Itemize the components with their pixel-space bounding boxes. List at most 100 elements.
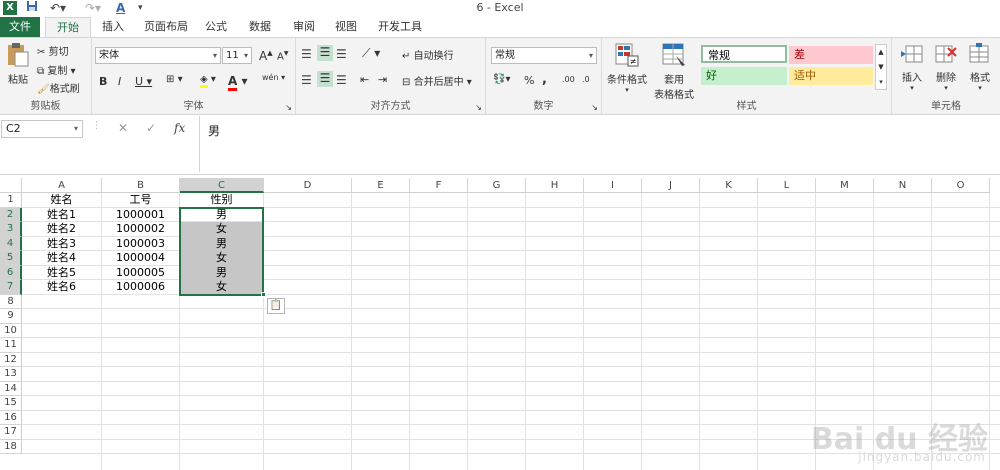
select-all-corner[interactable] (0, 178, 22, 193)
cell-a2[interactable]: 姓名1 (22, 208, 101, 223)
cell-b6[interactable]: 1000005 (102, 266, 179, 281)
row-header-15[interactable]: 15 (0, 396, 22, 411)
name-box[interactable]: C2 ▾ (1, 120, 83, 138)
cell-b7[interactable]: 1000006 (102, 280, 179, 295)
column-header-l[interactable]: L (758, 178, 816, 193)
row-header-11[interactable]: 11 (0, 338, 22, 353)
conditional-format-button[interactable]: ≠ 条件格式 ▾ (606, 42, 648, 94)
align-bottom-icon[interactable]: ☰ (336, 47, 347, 61)
styles-scroll[interactable]: ▲ ▼ ▾ (875, 44, 887, 90)
row-header-13[interactable]: 13 (0, 367, 22, 382)
cell-b1[interactable]: 工号 (102, 193, 179, 208)
align-left-icon[interactable]: ☰ (301, 73, 312, 87)
cell-a5[interactable]: 姓名4 (22, 251, 101, 266)
formula-input[interactable]: 男 (199, 116, 1000, 172)
cell-c6[interactable]: 男 (180, 265, 263, 280)
orientation-icon[interactable]: ⟋ ▾ (362, 46, 380, 61)
number-format-combo[interactable]: 常规 ▾ (491, 47, 597, 64)
style-bad[interactable]: 差 (789, 46, 873, 64)
align-center-icon[interactable]: ☰ (317, 71, 333, 87)
row-header-2[interactable]: 2 (0, 207, 22, 222)
paste-button[interactable]: 粘贴 (4, 42, 32, 86)
cut-button[interactable]: ✂ 剪切 (37, 43, 69, 58)
tab-file[interactable]: 文件 (0, 17, 40, 37)
tab-formulas[interactable]: 公式 (202, 17, 230, 37)
row-header-12[interactable]: 12 (0, 352, 22, 367)
worksheet-grid[interactable]: ABCDEFGHIJKLMNO 1 2 3 4 5 6 7 8 9 10 11 12 13 14 15 16 1… (0, 178, 1000, 470)
phonetic-button[interactable]: wén ▾ (262, 73, 285, 82)
cell-c2[interactable]: 男 (180, 208, 263, 223)
italic-button[interactable]: I (118, 75, 121, 88)
cell-c1[interactable]: 性别 (180, 193, 263, 208)
row-header-10[interactable]: 10 (0, 323, 22, 338)
decrease-decimal-button[interactable]: .0 (582, 75, 590, 84)
column-header-f[interactable]: F (410, 178, 468, 193)
column-header-i[interactable]: I (584, 178, 642, 193)
row-header-6[interactable]: 6 (0, 265, 22, 280)
align-middle-icon[interactable]: ☰ (317, 45, 333, 61)
dialog-launcher-icon[interactable]: ↘ (285, 103, 292, 112)
shrink-font-button[interactable]: A▼ (277, 50, 288, 62)
tab-page-layout[interactable]: 页面布局 (140, 17, 192, 37)
increase-indent-icon[interactable]: ⇥ (378, 73, 387, 86)
insert-cells-button[interactable]: 插入 ▾ (896, 42, 928, 92)
column-header-e[interactable]: E (352, 178, 410, 193)
percent-button[interactable]: % (524, 74, 534, 87)
accounting-format-icon[interactable]: 💱▾ (493, 74, 510, 85)
row-header-4[interactable]: 4 (0, 236, 22, 251)
row-header-7[interactable]: 7 (0, 280, 22, 295)
font-size-combo[interactable]: 11 ▾ (222, 47, 252, 64)
row-header-1[interactable]: 1 (0, 193, 22, 208)
column-header-g[interactable]: G (468, 178, 526, 193)
fill-color-button[interactable]: ◈ ▾ (200, 74, 216, 88)
paste-options-icon[interactable]: 📋 (267, 297, 285, 314)
wrap-text-button[interactable]: ↵ 自动换行 (402, 47, 454, 62)
format-cells-button[interactable]: 格式 ▾ (964, 42, 996, 92)
delete-cells-button[interactable]: 删除 ▾ (930, 42, 962, 92)
copy-button[interactable]: ⧉ 复制 ▾ (37, 62, 76, 77)
column-header-c[interactable]: C (180, 178, 264, 193)
column-header-h[interactable]: H (526, 178, 584, 193)
underline-button[interactable]: U ▾ (135, 75, 152, 88)
tab-review[interactable]: 审阅 (290, 17, 318, 37)
cell-c7[interactable]: 女 (180, 280, 263, 295)
format-as-table-button[interactable]: 套用 表格格式 (650, 42, 698, 101)
row-header-14[interactable]: 14 (0, 381, 22, 396)
cancel-formula-button[interactable]: ✕ (118, 121, 128, 135)
cell-b5[interactable]: 1000004 (102, 251, 179, 266)
cell-b3[interactable]: 1000002 (102, 222, 179, 237)
cell-c4[interactable]: 男 (180, 236, 263, 251)
column-header-k[interactable]: K (700, 178, 758, 193)
style-good[interactable]: 好 (701, 67, 787, 85)
cell-a6[interactable]: 姓名5 (22, 266, 101, 281)
cell-a7[interactable]: 姓名6 (22, 280, 101, 295)
row-header-9[interactable]: 9 (0, 309, 22, 324)
dialog-launcher-icon[interactable]: ↘ (591, 103, 598, 112)
align-top-icon[interactable]: ☰ (301, 47, 312, 61)
tab-insert[interactable]: 插入 (98, 17, 128, 37)
font-name-combo[interactable]: 宋体 ▾ (95, 47, 221, 64)
column-header-j[interactable]: J (642, 178, 700, 193)
grow-font-button[interactable]: A▲ (259, 49, 273, 63)
column-header-o[interactable]: O (932, 178, 990, 193)
tab-view[interactable]: 视图 (332, 17, 360, 37)
style-normal[interactable]: 常规 (701, 45, 787, 63)
decrease-indent-icon[interactable]: ⇤ (360, 73, 369, 86)
style-neutral[interactable]: 适中 (789, 67, 873, 85)
column-header-d[interactable]: D (264, 178, 352, 193)
column-header-b[interactable]: B (102, 178, 180, 193)
cell-a1[interactable]: 姓名 (22, 193, 101, 208)
row-header-16[interactable]: 16 (0, 410, 22, 425)
row-header-8[interactable]: 8 (0, 294, 22, 309)
cell-c5[interactable]: 女 (180, 251, 263, 266)
cell-b2[interactable]: 1000001 (102, 208, 179, 223)
row-header-5[interactable]: 5 (0, 251, 22, 266)
insert-function-button[interactable]: fx (174, 121, 185, 135)
column-header-a[interactable]: A (22, 178, 102, 193)
tab-data[interactable]: 数据 (246, 17, 274, 37)
fill-handle[interactable] (261, 291, 266, 297)
row-header-18[interactable]: 18 (0, 439, 22, 454)
dialog-launcher-icon[interactable]: ↘ (475, 103, 482, 112)
border-button[interactable]: ⊞ ▾ (166, 74, 183, 85)
enter-formula-button[interactable]: ✓ (146, 121, 156, 135)
